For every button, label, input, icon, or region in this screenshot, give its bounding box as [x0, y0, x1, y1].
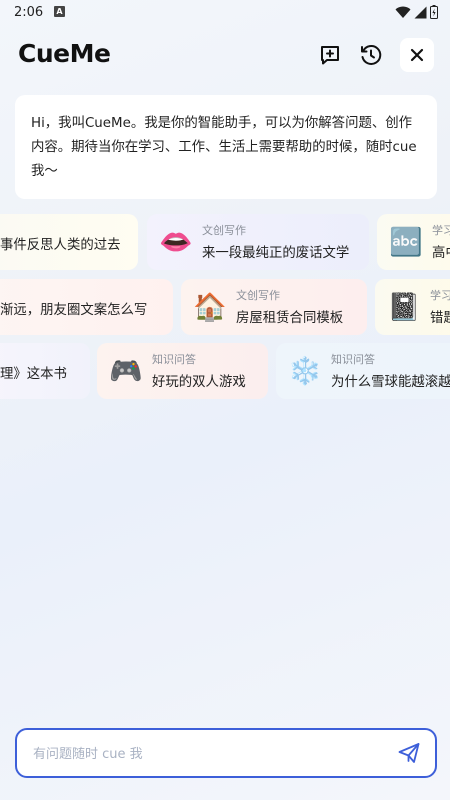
suggestion-text: 来一段最纯正的废话文学: [202, 246, 350, 261]
new-chat-button[interactable]: [314, 39, 346, 71]
abcd-icon: 🔤: [389, 227, 423, 258]
suggestion-text: 理》这本书: [0, 367, 67, 382]
send-button[interactable]: [395, 739, 423, 767]
suggestion-category: 学习: [432, 224, 450, 237]
suggestion-text: 为什么雪球能越滚越: [331, 375, 450, 390]
suggestion-chip[interactable]: 🏠 文创写作 房屋租赁合同模板: [181, 279, 367, 335]
suggestion-text: 渐远，朋友圈文案怎么写: [0, 303, 148, 318]
suggestion-chip[interactable]: 👄 文创写作 来一段最纯正的废话文学: [147, 214, 369, 270]
suggestion-chip[interactable]: 🎮 知识问答 好玩的双人游戏: [97, 343, 268, 399]
suggestion-category: 文创写作: [202, 224, 246, 237]
greeting-card: Hi，我叫CueMe。我是你的智能助手，可以为你解答问题、创作内容。期待当你在学…: [15, 95, 437, 199]
suggestion-chip[interactable]: ❄️ 知识问答 为什么雪球能越滚越: [276, 343, 450, 399]
suggestion-category: 知识问答: [331, 353, 375, 366]
notepad-icon: 📓: [387, 292, 421, 323]
suggestion-chip[interactable]: 🔤 学习 高中: [377, 214, 450, 270]
signal-icon: [414, 6, 427, 18]
greeting-text: Hi，我叫CueMe。我是你的智能助手，可以为你解答问题、创作内容。期待当你在学…: [31, 116, 417, 179]
history-button[interactable]: [355, 39, 387, 71]
suggestion-row: 事件反思人类的过去 👄 文创写作 来一段最纯正的废话文学 🔤 学习 高中: [0, 214, 450, 270]
send-icon: [398, 743, 420, 763]
suggestion-category: 文创写作: [236, 289, 280, 302]
suggestion-text: 错题: [430, 311, 450, 326]
suggestion-row: 渐远，朋友圈文案怎么写 🏠 文创写作 房屋租赁合同模板 📓 学习 错题: [0, 279, 450, 335]
suggestion-category: 知识问答: [152, 353, 196, 366]
status-time: 2:06: [14, 5, 44, 20]
lips-icon: 👄: [159, 227, 193, 258]
battery-icon: [430, 5, 438, 19]
suggestion-chip[interactable]: 📓 学习 错题: [375, 279, 450, 335]
app-header: CueMe: [0, 30, 450, 80]
new-chat-icon: [321, 46, 339, 65]
suggestion-chip[interactable]: 渐远，朋友圈文案怎么写: [0, 279, 173, 335]
suggestion-text: 好玩的双人游戏: [152, 375, 246, 390]
suggestion-row: 理》这本书 🎮 知识问答 好玩的双人游戏 ❄️ 知识问答 为什么雪球能越滚越: [0, 343, 450, 399]
status-bar: 2:06 A: [0, 0, 450, 26]
snowflake-icon: ❄️: [288, 356, 322, 387]
chat-input-box: [15, 728, 437, 778]
app-title: CueMe: [18, 39, 111, 68]
suggestion-text: 高中: [432, 246, 450, 261]
suggestion-chip[interactable]: 事件反思人类的过去: [0, 214, 138, 270]
status-icons: [395, 5, 438, 19]
house-icon: 🏠: [193, 292, 227, 323]
game-controller-icon: 🎮: [109, 356, 143, 387]
history-icon: [361, 44, 382, 65]
suggestion-text: 房屋租赁合同模板: [236, 311, 344, 326]
notification-icon: A: [54, 6, 65, 17]
close-button[interactable]: [400, 38, 434, 72]
close-icon: [410, 48, 424, 62]
suggestion-text: 事件反思人类的过去: [0, 238, 121, 253]
wifi-icon: [395, 6, 411, 18]
chat-input[interactable]: [31, 741, 375, 767]
suggestion-chip[interactable]: 理》这本书: [0, 343, 90, 399]
suggestion-category: 学习: [430, 289, 450, 302]
